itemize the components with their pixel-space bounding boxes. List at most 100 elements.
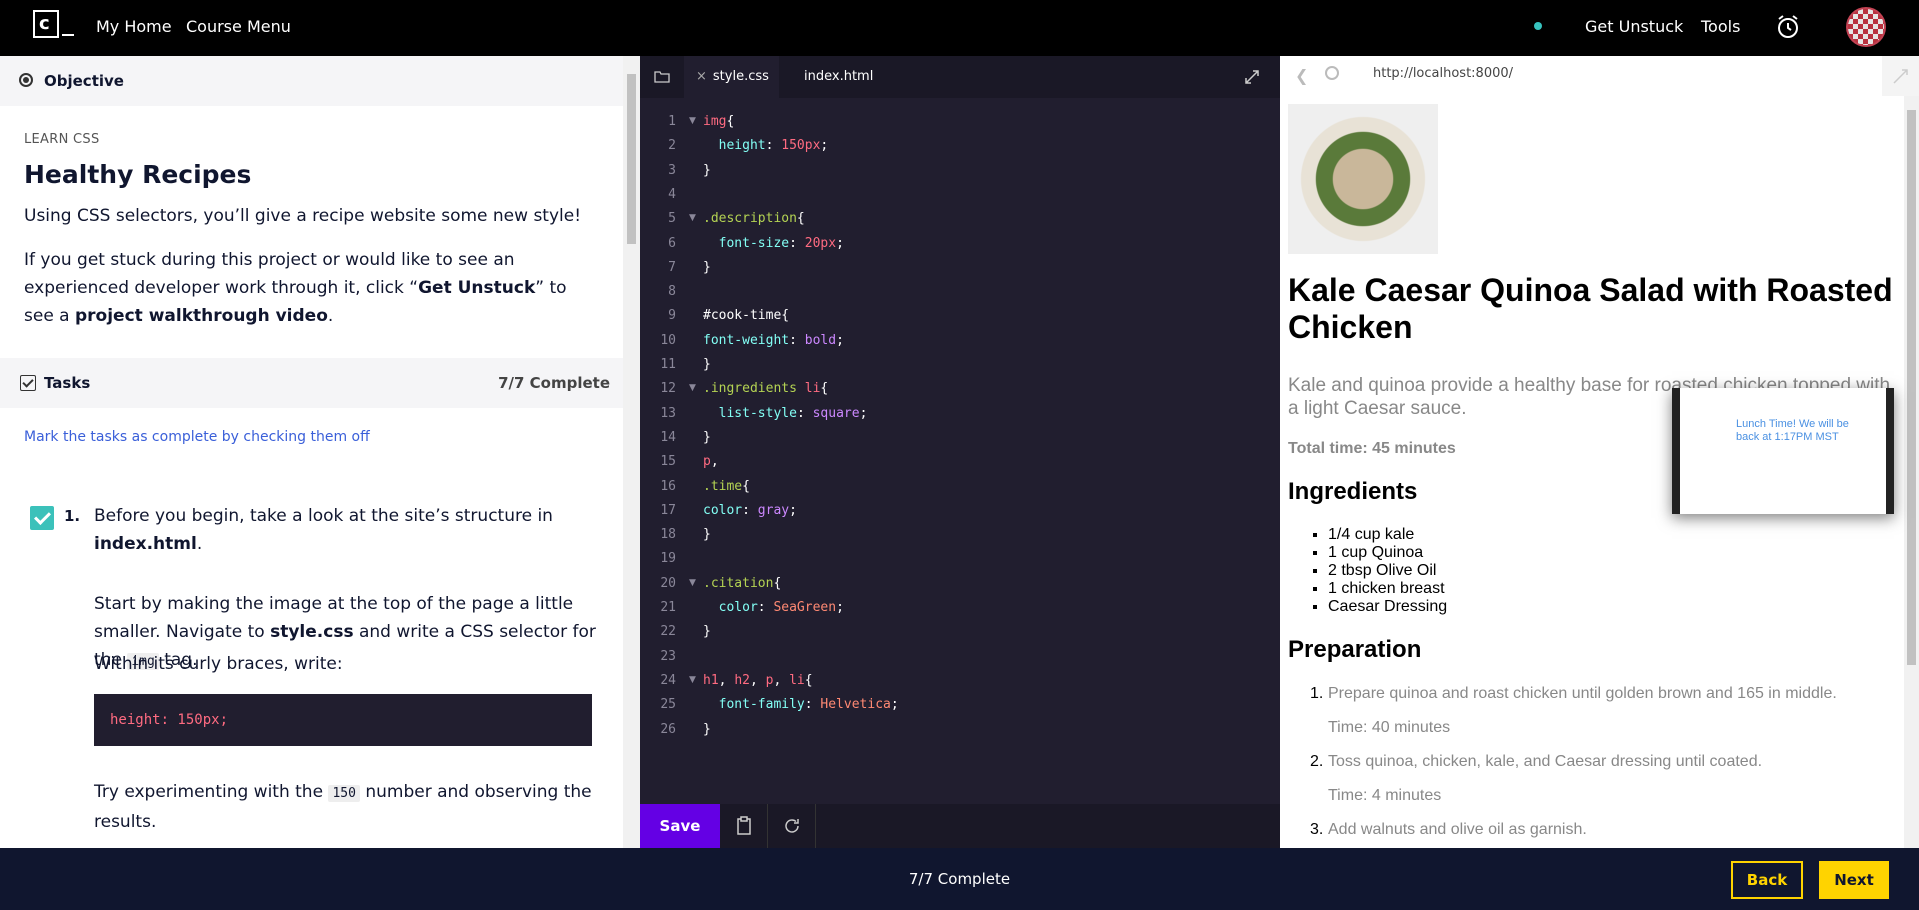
line-number: 10 [660,333,676,348]
list-item: Caesar Dressing [1328,598,1447,616]
popup-message: Lunch Time! We will be back at 1:17PM MS… [1736,418,1849,443]
code-line: font-family: Helvetica; [718,697,899,712]
list-item: 1 chicken breast [1328,580,1447,598]
code-line: } [703,430,711,445]
step-2: 2. Toss quinoa, chicken, kale, and Caesar… [1310,753,1763,770]
code-line: p, [703,454,719,469]
code-line: img{ [703,114,735,129]
line-number: 12 [660,381,676,396]
top-nav: c My Home Course Menu Get Unstuck Tools [0,0,1919,56]
task-1-paragraph-4: Try experimenting with the 150 number an… [94,782,592,832]
line-number: 16 [660,479,676,494]
fold-arrow-icon[interactable]: ▼ [689,675,696,685]
line-number: 24 [660,673,676,688]
line-number: 25 [660,697,676,712]
objective-title: Objective [44,72,124,90]
line-number: 22 [660,624,676,639]
line-number: 26 [660,722,676,737]
code-line: color: SeaGreen; [718,600,844,615]
clipboard-icon [737,816,751,835]
line-number: 3 [668,163,676,178]
tasks-hint: Mark the tasks as complete by checking t… [24,429,370,445]
list-item: 1/4 cup kale [1328,526,1447,544]
line-number: 1 [668,114,676,129]
code-line: } [703,357,711,372]
line-number: 8 [668,284,676,299]
ingredients-heading: Ingredients [1288,478,1418,505]
line-number: 15 [660,454,676,469]
task-1-checkbox[interactable] [30,506,54,530]
intro-text: Using CSS selectors, you’ll give a recip… [24,206,582,226]
logo-underscore [62,34,74,36]
line-number: 14 [660,430,676,445]
code-line: #cook-time{ [703,308,790,323]
codecademy-logo[interactable]: c [33,10,59,38]
code-line: h1, h2, p, li{ [703,673,813,688]
code-line: .ingredients li{ [703,381,829,396]
course-kicker: LEARN CSS [24,132,100,147]
refresh-icon [785,819,799,833]
line-number: 21 [660,600,676,615]
line-number: 18 [660,527,676,542]
save-button[interactable]: Save [640,804,720,848]
close-icon[interactable]: × [696,69,707,84]
line-number: 17 [660,503,676,518]
list-item: 1 cup Quinoa [1328,544,1447,562]
tools-link[interactable]: Tools [1701,17,1740,36]
fold-arrow-icon[interactable]: ▼ [689,383,696,393]
next-button[interactable]: Next [1819,861,1889,899]
fold-arrow-icon[interactable]: ▼ [689,213,696,223]
course-menu-link[interactable]: Course Menu [186,17,291,36]
task-1-paragraph-1: Before you begin, take a look at the sit… [94,506,553,554]
recipe-title: Kale Caesar Quinoa Salad with Roasted Ch… [1288,272,1893,345]
tasks-progress: 7/7 Complete [498,374,610,392]
copy-button[interactable] [720,804,768,848]
tab-index-html[interactable]: index.html [794,56,883,98]
bottom-bar: 7/7 Complete Back Next [0,848,1919,910]
my-home-link[interactable]: My Home [96,17,172,36]
reload-icon[interactable] [1325,66,1339,80]
back-button[interactable]: Back [1731,861,1803,899]
lunch-popup[interactable]: Lunch Time! We will be back at 1:17PM MS… [1672,388,1894,514]
reset-button[interactable] [768,804,816,848]
folder-icon[interactable] [654,70,670,83]
back-arrow-icon[interactable]: ❮ [1295,66,1308,85]
fullscreen-icon[interactable] [1882,56,1919,96]
list-item: 2 tbsp Olive Oil [1328,562,1447,580]
tab-style-css[interactable]: × style.css [684,56,779,98]
target-icon [19,73,33,87]
code-line: .citation{ [703,576,782,591]
code-editor: × style.css index.html 1 ▼ img{ 2 height: 15… [640,56,1280,848]
step-3: 3. Add walnuts and olive oil as garnish. [1310,821,1587,838]
code-line: .time{ [703,479,750,494]
scrollbar-thumb[interactable] [627,74,636,244]
lesson-title: Healthy Recipes [24,160,252,189]
code-line: height: 150px; [718,138,829,153]
line-number: 11 [660,357,676,372]
notification-dot [1534,22,1542,30]
alarm-clock-icon[interactable] [1776,14,1800,40]
get-unstuck-link[interactable]: Get Unstuck [1585,17,1683,36]
preview-scrollbar[interactable] [1904,96,1919,848]
line-number: 19 [660,551,676,566]
instructions-scrollbar[interactable] [623,56,640,848]
expand-icon[interactable] [1244,69,1260,85]
browser-bar: ❮ http://localhost:8000/ [1280,56,1919,96]
instructions-panel: Objective LEARN CSS Healthy Recipes Usin… [0,56,623,848]
line-number: 7 [668,260,676,275]
cook-time: Total time: 45 minutes [1288,440,1456,457]
fold-arrow-icon[interactable]: ▼ [689,116,696,126]
code-line: list-style: square; [718,406,868,421]
url-field[interactable]: http://localhost:8000/ [1373,66,1513,81]
user-avatar[interactable] [1846,7,1886,47]
code-line: } [703,527,711,542]
salad-image [1288,104,1438,254]
code-line: font-size: 20px; [718,236,844,251]
scrollbar-thumb[interactable] [1907,110,1916,665]
fold-arrow-icon[interactable]: ▼ [689,578,696,588]
tasks-header: Tasks 7/7 Complete [0,358,623,408]
code-line: } [703,722,711,737]
code-snippet: height: 150px; [94,694,592,746]
checkbox-icon [20,375,36,391]
line-number: 2 [668,138,676,153]
